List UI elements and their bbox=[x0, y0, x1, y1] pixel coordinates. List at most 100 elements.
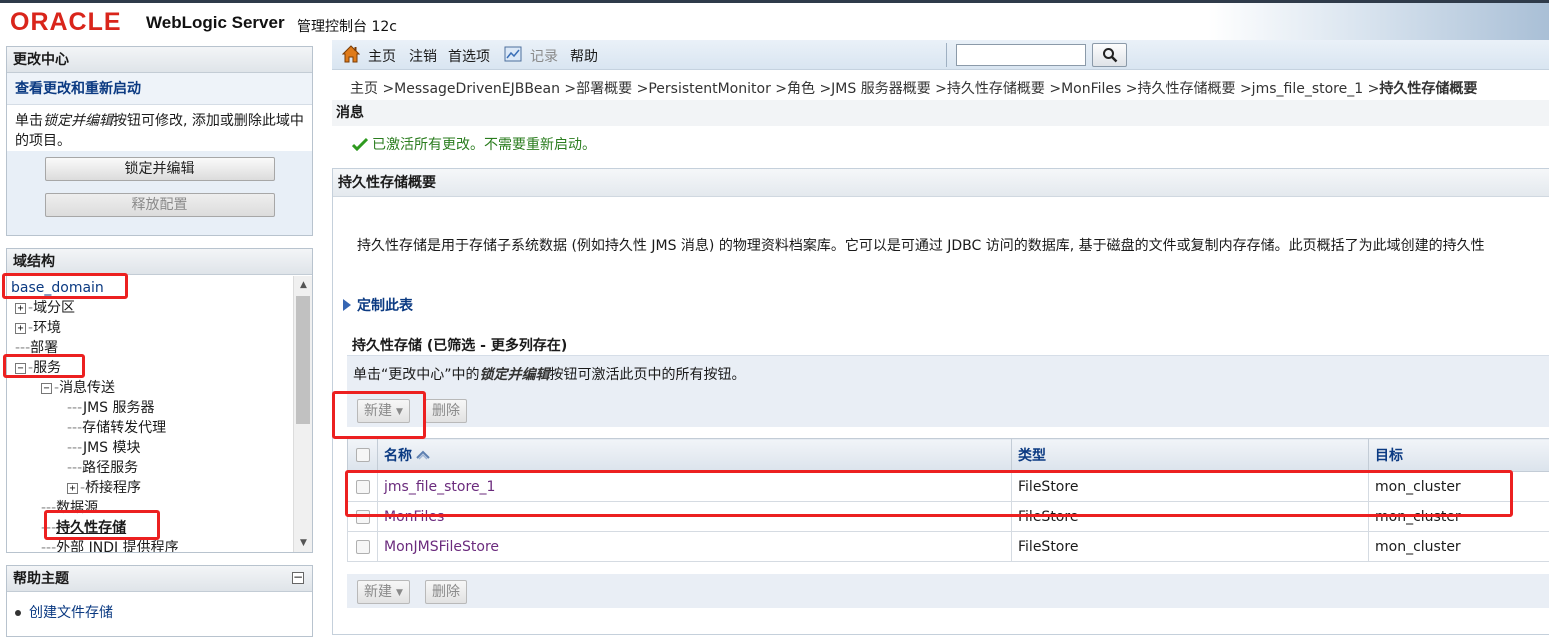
new-button-top[interactable]: 新建▼ bbox=[357, 399, 410, 423]
help-link[interactable]: 帮助 bbox=[570, 46, 598, 66]
tree-item-label[interactable]: 路径服务 bbox=[82, 460, 138, 476]
tree-item-label[interactable]: 桥接程序 bbox=[85, 480, 141, 496]
toolbar: 主页 注销 首选项 记录 帮助 bbox=[332, 40, 1549, 70]
row-checkbox[interactable] bbox=[356, 480, 370, 494]
store-name-link[interactable]: MonJMSFileStore bbox=[384, 539, 499, 555]
sort-asc-icon[interactable] bbox=[416, 450, 430, 460]
tree-item-label[interactable]: 存储转发代理 bbox=[82, 420, 166, 436]
record-icon[interactable] bbox=[504, 46, 522, 62]
tree-item[interactable]: ---JMS 模块 bbox=[67, 438, 140, 458]
select-all-checkbox[interactable] bbox=[356, 448, 370, 462]
delete-button-bottom[interactable]: 删除 bbox=[425, 580, 467, 604]
collapse-icon[interactable]: − bbox=[15, 363, 26, 374]
change-center-description: 单击锁定并编辑按钮可修改, 添加或删除此域中的项目。 bbox=[7, 105, 312, 151]
tree-item-label[interactable]: 部署 bbox=[30, 340, 58, 356]
preferences-link[interactable]: 首选项 bbox=[448, 46, 490, 66]
table-buttons-top: 新建▼ 删除 bbox=[347, 393, 1549, 427]
scroll-up-icon[interactable]: ▲ bbox=[294, 276, 313, 294]
desc-em: 锁定并编辑 bbox=[43, 113, 113, 129]
tree-item[interactable]: +-环境 bbox=[15, 318, 61, 338]
tree-item-label[interactable]: 外部 JNDI 提供程序 bbox=[56, 540, 178, 552]
success-message-text: 已激活所有更改。不需要重新启动。 bbox=[372, 137, 596, 153]
lock-note-em: 锁定并编辑 bbox=[480, 367, 550, 383]
domain-tree: base_domain +-域分区+-环境---部署−-服务−-消息传送---J… bbox=[7, 276, 290, 552]
logout-link[interactable]: 注销 bbox=[409, 46, 437, 66]
customize-label[interactable]: 定制此表 bbox=[357, 298, 413, 314]
tree-item-label[interactable]: 消息传送 bbox=[59, 380, 115, 396]
scroll-thumb[interactable] bbox=[296, 296, 310, 424]
customize-table-link[interactable]: 定制此表 bbox=[343, 295, 413, 315]
collapse-icon[interactable]: − bbox=[41, 383, 52, 394]
domain-structure-title: 域结构 bbox=[7, 249, 312, 275]
column-target[interactable]: 目标 bbox=[1369, 439, 1549, 472]
tree-item[interactable]: ---存储转发代理 bbox=[67, 418, 166, 438]
search-input[interactable] bbox=[956, 44, 1086, 66]
help-item-label[interactable]: 创建文件存储 bbox=[29, 605, 113, 621]
search-button[interactable] bbox=[1092, 43, 1127, 67]
column-name-label[interactable]: 名称 bbox=[384, 448, 412, 464]
release-configuration-button[interactable]: 释放配置 bbox=[45, 193, 275, 217]
tree-item-label[interactable]: 域分区 bbox=[33, 300, 75, 316]
new-button-label: 新建 bbox=[364, 403, 392, 419]
table-row: MonJMSFileStore FileStore mon_cluster bbox=[348, 532, 1549, 562]
bullet-icon bbox=[15, 610, 21, 616]
tree-item-label[interactable]: JMS 模块 bbox=[83, 440, 141, 456]
tree-item[interactable]: ---部署 bbox=[15, 338, 58, 358]
row-checkbox[interactable] bbox=[356, 540, 370, 554]
tree-item[interactable]: ---路径服务 bbox=[67, 458, 138, 478]
store-name-link[interactable]: jms_file_store_1 bbox=[384, 479, 495, 495]
tree-item-label[interactable]: 持久性存储 bbox=[56, 520, 126, 536]
tree-item-label[interactable]: 服务 bbox=[33, 360, 61, 376]
new-button-label: 新建 bbox=[364, 584, 392, 600]
product-name: WebLogic Server bbox=[146, 13, 285, 33]
lock-note-suffix: 按钮可激活此页中的所有按钮。 bbox=[550, 367, 746, 383]
desc-prefix: 单击 bbox=[15, 113, 43, 129]
view-changes-link[interactable]: 查看更改和重新启动 bbox=[7, 73, 312, 105]
tree-item-label[interactable]: JMS 服务器 bbox=[83, 400, 155, 416]
tree-connector: --- bbox=[41, 520, 56, 536]
new-button-bottom[interactable]: 新建▼ bbox=[357, 580, 410, 604]
column-type[interactable]: 类型 bbox=[1012, 439, 1369, 472]
tree-connector: --- bbox=[41, 540, 56, 552]
tree-root-base-domain[interactable]: base_domain bbox=[11, 278, 104, 298]
tree-item[interactable]: +-域分区 bbox=[15, 298, 75, 318]
check-icon bbox=[352, 137, 368, 151]
tree-item-label[interactable]: 数据源 bbox=[56, 500, 98, 516]
expand-icon[interactable]: + bbox=[15, 323, 26, 334]
breadcrumb: 主页 >MessageDrivenEJBBean >部署概要 >Persiste… bbox=[350, 78, 1477, 98]
app-header: ORACLE WebLogic Server 管理控制台 12c bbox=[0, 3, 1549, 40]
store-name-link[interactable]: MonFiles bbox=[384, 509, 444, 525]
tree-item[interactable]: −-消息传送 bbox=[41, 378, 115, 398]
table-caption: 持久性存储 (已筛选 - 更多列存在) bbox=[352, 335, 567, 355]
tree-item[interactable]: ---持久性存储 bbox=[41, 518, 126, 538]
tree-connector: --- bbox=[41, 500, 56, 516]
lock-and-edit-button[interactable]: 锁定并编辑 bbox=[45, 157, 275, 181]
store-target-cell: mon_cluster bbox=[1369, 502, 1549, 532]
scroll-down-icon[interactable]: ▼ bbox=[294, 534, 313, 552]
tree-item-label[interactable]: 环境 bbox=[33, 320, 61, 336]
oracle-logo: ORACLE bbox=[10, 9, 122, 35]
tree-item[interactable]: ---外部 JNDI 提供程序 bbox=[41, 538, 179, 552]
lock-note-prefix: 单击“更改中心”中的 bbox=[353, 367, 480, 383]
tree-item[interactable]: ---数据源 bbox=[41, 498, 98, 518]
chevron-down-icon: ▼ bbox=[396, 582, 403, 604]
help-collapse-icon[interactable]: − bbox=[292, 572, 304, 584]
expand-icon[interactable]: + bbox=[67, 483, 78, 494]
tree-item[interactable]: ---JMS 服务器 bbox=[67, 398, 154, 418]
tree-item[interactable]: +-桥接程序 bbox=[67, 478, 141, 498]
record-link[interactable]: 记录 bbox=[530, 46, 558, 66]
row-checkbox[interactable] bbox=[356, 510, 370, 524]
success-message: 已激活所有更改。不需要重新启动。 bbox=[352, 134, 596, 154]
breadcrumb-path[interactable]: 主页 >MessageDrivenEJBBean >部署概要 >Persiste… bbox=[350, 81, 1379, 97]
tree-item[interactable]: −-服务 bbox=[15, 358, 61, 378]
home-link[interactable]: 主页 bbox=[368, 46, 396, 66]
column-name[interactable]: 名称 bbox=[378, 439, 1012, 472]
expand-icon[interactable]: + bbox=[15, 303, 26, 314]
messages-title: 消息 bbox=[332, 100, 1549, 126]
home-icon[interactable] bbox=[342, 45, 360, 63]
table-buttons-bottom: 新建▼ 删除 bbox=[347, 574, 1549, 608]
help-item[interactable]: 创建文件存储 bbox=[7, 592, 312, 622]
change-center-title: 更改中心 bbox=[7, 47, 312, 73]
tree-scrollbar[interactable]: ▲ ▼ bbox=[293, 276, 312, 552]
delete-button-top[interactable]: 删除 bbox=[425, 399, 467, 423]
